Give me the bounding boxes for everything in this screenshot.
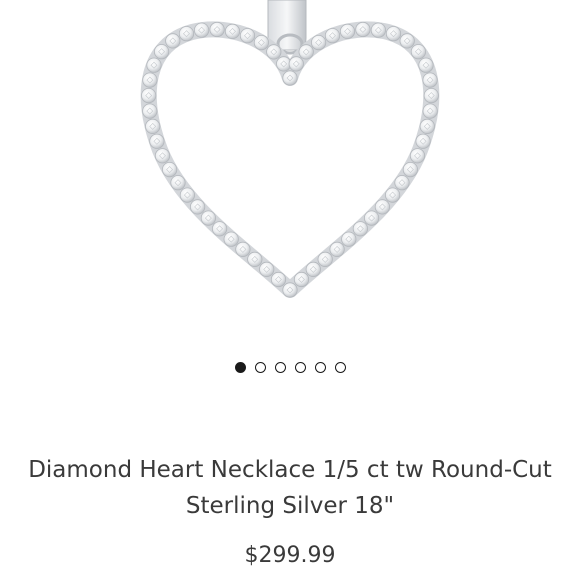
diamond-stone (374, 199, 390, 215)
carousel-dot-4[interactable] (294, 362, 306, 373)
diamond-stone (298, 44, 314, 60)
diamond-stone (149, 133, 165, 149)
diamond-stone (419, 118, 435, 135)
diamond-stone (422, 103, 438, 119)
diamond-stone (253, 34, 269, 51)
diamond-stone (154, 44, 170, 60)
diamond-stone (305, 261, 321, 277)
diamond-stone (194, 22, 210, 38)
diamond-stone (235, 241, 251, 257)
diamond-stone (165, 33, 181, 49)
diamond-stone (190, 199, 206, 215)
diamond-stone (212, 221, 228, 237)
diamond-stone (209, 21, 225, 38)
diamond-stone (355, 21, 371, 38)
diamond-stone (270, 271, 287, 288)
diamond-stone (170, 175, 186, 191)
diamond-stone (341, 231, 357, 247)
diamond-stone (146, 57, 162, 73)
diamond-stone (409, 148, 426, 164)
diamond-stone (266, 44, 282, 60)
diamond-stone (293, 271, 310, 288)
diamond-stone (363, 210, 380, 226)
carousel-dots (0, 362, 580, 378)
diamond-stone (385, 26, 402, 42)
diamond-stone (259, 261, 275, 277)
diamond-stone (282, 282, 298, 298)
carousel-dot-6[interactable] (334, 362, 346, 373)
diamond-stone (418, 57, 434, 73)
diamond-stone (141, 88, 157, 104)
diamond-stone (282, 70, 298, 86)
diamond-stone (223, 231, 239, 247)
diamond-stone (310, 34, 327, 51)
diamond-stone (394, 175, 410, 191)
carousel-dot-1[interactable] (234, 362, 246, 373)
diamond-stone (142, 103, 158, 119)
carousel-dot-2[interactable] (254, 362, 266, 373)
diamond-stones (141, 21, 439, 298)
diamond-stone (239, 28, 256, 44)
diamond-stone (224, 23, 241, 40)
diamond-stone (415, 133, 431, 149)
product-price: $299.99 (244, 543, 336, 568)
diamond-stone (247, 251, 263, 267)
diamond-stone (402, 162, 418, 178)
heart-outline (140, 21, 440, 298)
diamond-stone (422, 72, 438, 88)
heart-pendant-icon (140, 0, 440, 298)
diamond-stone (179, 187, 195, 203)
diamond-stone (142, 72, 158, 88)
diamond-stone (370, 22, 386, 38)
carousel-dot-5[interactable] (314, 362, 326, 373)
carousel-dot-3[interactable] (274, 362, 286, 373)
product-title: Diamond Heart Necklace 1/5 ct tw Round-C… (28, 457, 552, 519)
diamond-stone (324, 28, 341, 44)
diamond-stone (352, 221, 368, 237)
diamond-stone (162, 162, 178, 178)
diamond-stone (317, 251, 333, 267)
diamond-stone (329, 241, 345, 257)
product-image[interactable] (0, 0, 580, 340)
diamond-stone (384, 187, 401, 203)
diamond-stone (145, 118, 161, 135)
diamond-stone (178, 26, 195, 42)
diamond-stone (288, 56, 304, 72)
diamond-stone (410, 44, 426, 60)
diamond-stone (339, 23, 356, 40)
diamond-stone (154, 148, 171, 164)
diamond-stone (399, 33, 415, 49)
diamond-stone (423, 88, 439, 104)
diamond-stone (200, 210, 216, 226)
